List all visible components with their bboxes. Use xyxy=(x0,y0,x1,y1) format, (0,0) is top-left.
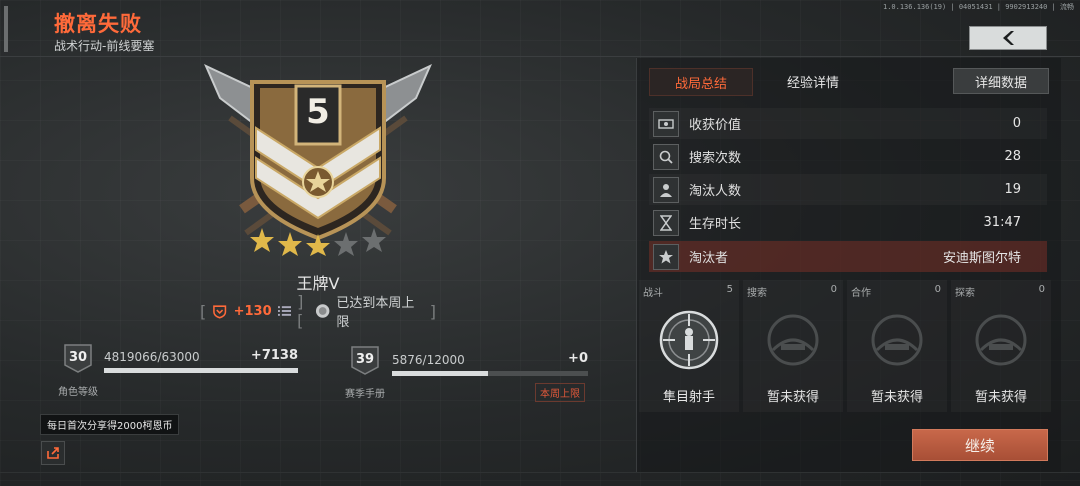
hourglass-icon xyxy=(653,209,679,236)
stat-row-survival-time: 生存时长 31:47 xyxy=(649,207,1047,238)
match-summary-panel: 战局总结 经验详情 详细数据 收获价值 0 搜索次数 28 淘汰人数 19 生存… xyxy=(636,58,1061,472)
stat-value: 28 xyxy=(1004,149,1021,164)
stat-row-loot-value: 收获价值 0 xyxy=(649,108,1047,139)
back-button[interactable] xyxy=(969,26,1047,50)
category-label: 暂未获得 xyxy=(870,390,923,405)
category-card-search[interactable]: 搜索 0 暂未获得 xyxy=(743,280,843,412)
stat-label: 收获价值 xyxy=(689,118,742,133)
category-title: 合作 xyxy=(851,288,871,299)
header-divider xyxy=(0,56,1080,57)
tab-exp-details[interactable]: 经验详情 xyxy=(763,68,863,94)
season-pass-weekly-limit: 本周上限 xyxy=(535,383,585,402)
marksman-emblem-icon xyxy=(659,310,719,370)
eliminator-name: 安迪斯图尔特 xyxy=(942,251,1021,266)
share-button[interactable] xyxy=(41,441,65,465)
character-level-gain: +7138 xyxy=(250,348,298,363)
rank-name: 王牌V xyxy=(296,274,340,293)
category-count: 0 xyxy=(934,284,941,295)
cash-icon xyxy=(653,110,679,137)
search-icon xyxy=(653,143,679,170)
stat-label: 生存时长 xyxy=(689,217,742,232)
stat-row-eliminations: 淘汰人数 19 xyxy=(649,174,1047,205)
rank-badge-number: 5 xyxy=(306,92,330,132)
stat-label: 淘汰者 xyxy=(689,251,729,266)
season-pass-bar-fill xyxy=(392,371,489,376)
category-label: 暂未获得 xyxy=(766,390,819,405)
character-level-bar xyxy=(104,368,298,373)
version-info: 1.0.136.136(19) | 04051431 | 9902913240 … xyxy=(882,3,1074,11)
share-icon xyxy=(47,447,59,459)
star-icon-3 xyxy=(306,234,330,256)
category-title: 探索 xyxy=(955,288,975,299)
rank-stars xyxy=(250,228,386,256)
season-pass-label: 赛季手册 xyxy=(345,389,385,400)
season-pass-progress: 5876/12000 xyxy=(392,353,465,367)
star-icon-2 xyxy=(278,232,302,256)
stat-value: 0 xyxy=(1012,116,1021,131)
category-count: 0 xyxy=(1038,284,1045,295)
season-pass-bar xyxy=(392,371,588,376)
star-icon-5 xyxy=(362,228,386,252)
weekly-limit-text: 已达到本周上限 xyxy=(336,296,415,330)
header-accent-bar xyxy=(4,6,8,52)
share-reward-tooltip: 每日首次分享得2000柯恩币 xyxy=(40,414,180,435)
page-title: 撤离失败 xyxy=(54,12,142,36)
season-pass-gain: +0 xyxy=(568,351,588,366)
coin-icon xyxy=(316,304,330,318)
star-icon-4 xyxy=(334,232,358,256)
stat-value: 31:47 xyxy=(983,215,1021,230)
category-count: 5 xyxy=(726,284,733,295)
category-title: 战斗 xyxy=(643,288,663,299)
continue-button[interactable]: 继续 xyxy=(912,429,1048,461)
mode-subtitle: 战术行动-前线要塞 xyxy=(54,39,155,53)
category-card-combat[interactable]: 战斗 5 隼目射手 xyxy=(639,280,739,412)
stat-label: 淘汰人数 xyxy=(689,184,742,199)
category-label: 暂未获得 xyxy=(974,390,1027,405)
season-pass-level: 39 xyxy=(355,352,375,367)
star-emblem-icon xyxy=(653,243,679,270)
category-card-cooperation[interactable]: 合作 0 暂未获得 xyxy=(847,280,947,412)
rank-points-row: [ +130 ][ 已达到本周上限 ] xyxy=(200,292,437,330)
character-level-label: 角色等级 xyxy=(58,387,98,398)
locked-emblem-icon xyxy=(975,314,1027,366)
category-card-exploration[interactable]: 探索 0 暂未获得 xyxy=(951,280,1051,412)
tab-match-summary[interactable]: 战局总结 xyxy=(649,68,753,96)
character-level-bar-fill xyxy=(104,368,298,373)
rank-points-gain: +130 xyxy=(233,303,272,319)
stat-label: 搜索次数 xyxy=(689,151,742,166)
category-count: 0 xyxy=(830,284,837,295)
locked-emblem-icon xyxy=(767,314,819,366)
character-level-number: 30 xyxy=(68,350,88,365)
bottom-divider xyxy=(0,472,1080,473)
stat-row-search-count: 搜索次数 28 xyxy=(649,141,1047,172)
category-title: 搜索 xyxy=(747,288,767,299)
elimination-icon xyxy=(653,176,679,203)
character-level-progress: 4819066/63000 xyxy=(104,350,200,364)
detail-data-button[interactable]: 详细数据 xyxy=(953,68,1049,94)
stat-row-eliminated-by[interactable]: 淘汰者 安迪斯图尔特 xyxy=(649,241,1047,272)
category-label: 隼目射手 xyxy=(662,390,715,405)
locked-emblem-icon xyxy=(871,314,923,366)
back-arrow-icon xyxy=(1003,31,1014,45)
list-icon[interactable] xyxy=(277,305,292,317)
star-icon-1 xyxy=(250,228,274,252)
rank-points-icon xyxy=(213,305,227,319)
stat-value: 19 xyxy=(1004,182,1021,197)
